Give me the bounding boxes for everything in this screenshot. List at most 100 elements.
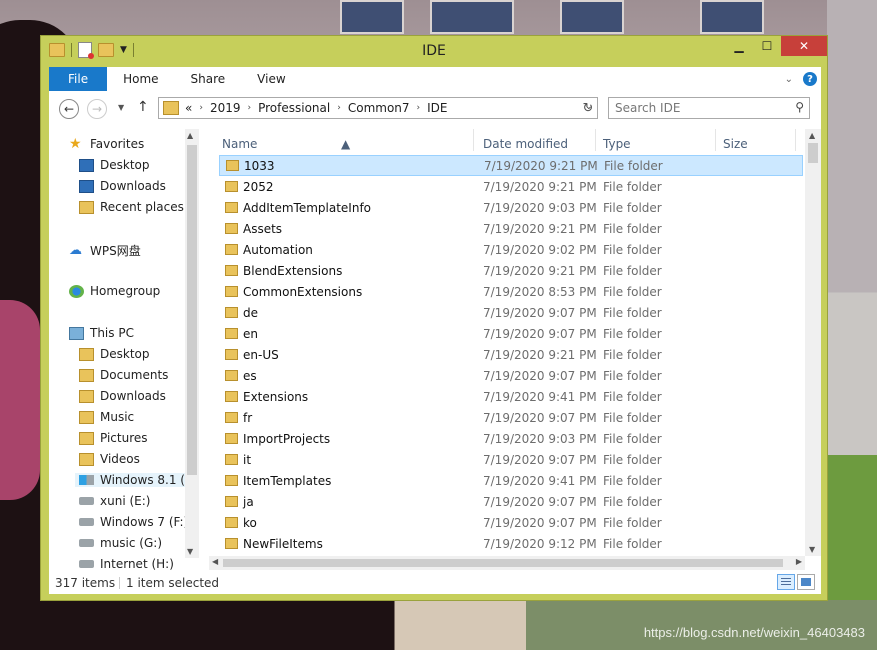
search-input[interactable]: Search IDE ⚲ bbox=[608, 97, 810, 119]
tab-view[interactable]: View bbox=[241, 67, 301, 91]
file-row[interactable]: fr 7/19/2020 9:07 PM File folder bbox=[219, 407, 803, 428]
file-row[interactable]: 2052 7/19/2020 9:21 PM File folder bbox=[219, 176, 803, 197]
scroll-down-arrow-icon[interactable]: ▼ bbox=[187, 547, 193, 556]
ribbon-tabs: File Home Share View ⌄ ? bbox=[49, 67, 821, 91]
large-icons-view-button[interactable] bbox=[797, 574, 815, 590]
back-button[interactable]: ← bbox=[59, 99, 79, 119]
nav-pictures[interactable]: Pictures bbox=[79, 431, 148, 445]
column-divider[interactable] bbox=[795, 129, 796, 151]
nav-recent-places[interactable]: Recent places bbox=[79, 200, 184, 214]
search-icon[interactable]: ⚲ bbox=[795, 100, 804, 114]
file-row[interactable]: CommonExtensions 7/19/2020 8:53 PM File fo… bbox=[219, 281, 803, 302]
nav-desktop[interactable]: Desktop bbox=[79, 158, 150, 172]
title-bar[interactable]: ▼ IDE ▁ ☐ ✕ bbox=[41, 36, 827, 66]
nav-favorites[interactable]: ★ Favorites bbox=[69, 137, 144, 152]
scrollbar-thumb[interactable] bbox=[808, 143, 818, 163]
recent-locations-chevron-icon[interactable]: ▼ bbox=[118, 103, 124, 112]
file-row[interactable]: ja 7/19/2020 9:07 PM File folder bbox=[219, 491, 803, 512]
help-icon[interactable]: ? bbox=[803, 72, 817, 86]
nav-downloads[interactable]: Downloads bbox=[79, 179, 166, 193]
file-row[interactable]: 1033 7/19/2020 9:21 PM File folder bbox=[219, 155, 803, 176]
scroll-right-arrow-icon[interactable]: ▶ bbox=[796, 557, 802, 566]
pictures-icon bbox=[79, 431, 94, 445]
breadcrumb-2019[interactable]: 2019 › bbox=[210, 101, 258, 115]
file-row[interactable]: AddItemTemplateInfo 7/19/2020 9:03 PM File… bbox=[219, 197, 803, 218]
file-row[interactable]: BlendExtensions 7/19/2020 9:21 PM File fol… bbox=[219, 260, 803, 281]
nav-pc-downloads[interactable]: Downloads bbox=[79, 389, 166, 403]
forward-button[interactable]: → bbox=[87, 99, 107, 119]
file-row[interactable]: de 7/19/2020 9:07 PM File folder bbox=[219, 302, 803, 323]
breadcrumb-ide[interactable]: IDE bbox=[427, 101, 447, 115]
watermark-text: https://blog.csdn.net/weixin_46403483 bbox=[643, 625, 865, 640]
nav-drive-h[interactable]: Internet (H:) bbox=[79, 557, 174, 570]
close-button[interactable]: ✕ bbox=[781, 36, 827, 56]
file-date-modified: 7/19/2020 9:02 PM bbox=[483, 242, 597, 257]
folder-icon bbox=[225, 244, 238, 255]
file-row[interactable]: en-US 7/19/2020 9:21 PM File folder bbox=[219, 344, 803, 365]
file-type: File folder bbox=[603, 326, 662, 341]
nav-music[interactable]: Music bbox=[79, 410, 134, 424]
computer-icon bbox=[69, 326, 84, 340]
breadcrumb-professional[interactable]: Professional › bbox=[258, 101, 348, 115]
file-row[interactable]: Automation 7/19/2020 9:02 PM File folder bbox=[219, 239, 803, 260]
scroll-up-arrow-icon[interactable]: ▲ bbox=[809, 131, 815, 140]
scroll-left-arrow-icon[interactable]: ◀ bbox=[212, 557, 218, 566]
maximize-button[interactable]: ☐ bbox=[753, 36, 781, 56]
details-view-button[interactable] bbox=[777, 574, 795, 590]
column-size[interactable]: Size bbox=[723, 137, 748, 151]
file-list-horizontal-scrollbar[interactable]: ◀ ▶ bbox=[209, 556, 805, 570]
tab-file[interactable]: File bbox=[49, 67, 108, 91]
refresh-icon[interactable]: ↻ bbox=[577, 97, 599, 119]
breadcrumb-overflow[interactable]: «› bbox=[185, 101, 210, 115]
scrollbar-thumb[interactable] bbox=[187, 145, 197, 475]
file-type: File folder bbox=[603, 389, 662, 404]
breadcrumb-common7[interactable]: Common7 › bbox=[348, 101, 427, 115]
minimize-button[interactable]: ▁ bbox=[725, 36, 753, 56]
file-row[interactable]: it 7/19/2020 9:07 PM File folder bbox=[219, 449, 803, 470]
expand-ribbon-chevron-icon[interactable]: ⌄ bbox=[785, 74, 793, 85]
downloads-icon bbox=[79, 389, 94, 403]
column-divider[interactable] bbox=[473, 129, 474, 151]
file-row[interactable]: en 7/19/2020 9:07 PM File folder bbox=[219, 323, 803, 344]
scroll-up-arrow-icon[interactable]: ▲ bbox=[187, 131, 193, 140]
column-divider[interactable] bbox=[595, 129, 596, 151]
file-name: de bbox=[243, 305, 258, 320]
file-type: File folder bbox=[603, 452, 662, 467]
column-name[interactable]: Name bbox=[222, 137, 257, 151]
search-placeholder: Search IDE bbox=[615, 101, 681, 115]
file-list-scrollbar[interactable]: ▲ ▼ bbox=[805, 129, 821, 556]
nav-homegroup[interactable]: Homegroup bbox=[69, 284, 160, 298]
up-arrow-icon[interactable]: ↑ bbox=[137, 99, 149, 115]
file-row[interactable]: NewFileItems 7/19/2020 9:12 PM File folder bbox=[219, 533, 803, 554]
nav-wps-cloud[interactable]: ☁ WPS网盘 bbox=[69, 242, 141, 259]
scroll-down-arrow-icon[interactable]: ▼ bbox=[809, 545, 815, 554]
file-row[interactable]: ko 7/19/2020 9:07 PM File folder bbox=[219, 512, 803, 533]
file-name: ItemTemplates bbox=[243, 473, 332, 488]
file-row[interactable]: ItemTemplates 7/19/2020 9:41 PM File folde… bbox=[219, 470, 803, 491]
nav-documents[interactable]: Documents bbox=[79, 368, 168, 382]
column-date-modified[interactable]: Date modified bbox=[483, 137, 568, 151]
nav-pane-scrollbar[interactable]: ▲ ▼ bbox=[185, 129, 199, 558]
file-row[interactable]: Assets 7/19/2020 9:21 PM File folder bbox=[219, 218, 803, 239]
file-type: File folder bbox=[603, 347, 662, 362]
file-row[interactable]: Extensions 7/19/2020 9:41 PM File folder bbox=[219, 386, 803, 407]
address-bar[interactable]: «› 2019 › Professional › Common7 › IDE ⌄ bbox=[158, 97, 598, 119]
column-divider[interactable] bbox=[715, 129, 716, 151]
tab-share[interactable]: Share bbox=[175, 67, 242, 91]
nav-drive-e[interactable]: xuni (E:) bbox=[79, 494, 150, 508]
tab-home[interactable]: Home bbox=[107, 67, 174, 91]
nav-drive-g[interactable]: music (G:) bbox=[79, 536, 162, 550]
sort-ascending-icon: ▲ bbox=[341, 137, 351, 151]
nav-this-pc[interactable]: This PC bbox=[69, 326, 134, 340]
file-name: BlendExtensions bbox=[243, 263, 343, 278]
folder-icon bbox=[225, 496, 238, 507]
file-row[interactable]: ImportProjects 7/19/2020 9:03 PM File fold… bbox=[219, 428, 803, 449]
scrollbar-thumb[interactable] bbox=[223, 559, 783, 567]
nav-pc-desktop[interactable]: Desktop bbox=[79, 347, 150, 361]
folder-icon bbox=[225, 433, 238, 444]
nav-drive-c[interactable]: Windows 8.1 (C: bbox=[75, 473, 197, 487]
column-type[interactable]: Type bbox=[603, 137, 631, 151]
file-row[interactable]: es 7/19/2020 9:07 PM File folder bbox=[219, 365, 803, 386]
nav-videos[interactable]: Videos bbox=[79, 452, 140, 466]
nav-drive-f[interactable]: Windows 7 (F:) bbox=[79, 515, 188, 529]
